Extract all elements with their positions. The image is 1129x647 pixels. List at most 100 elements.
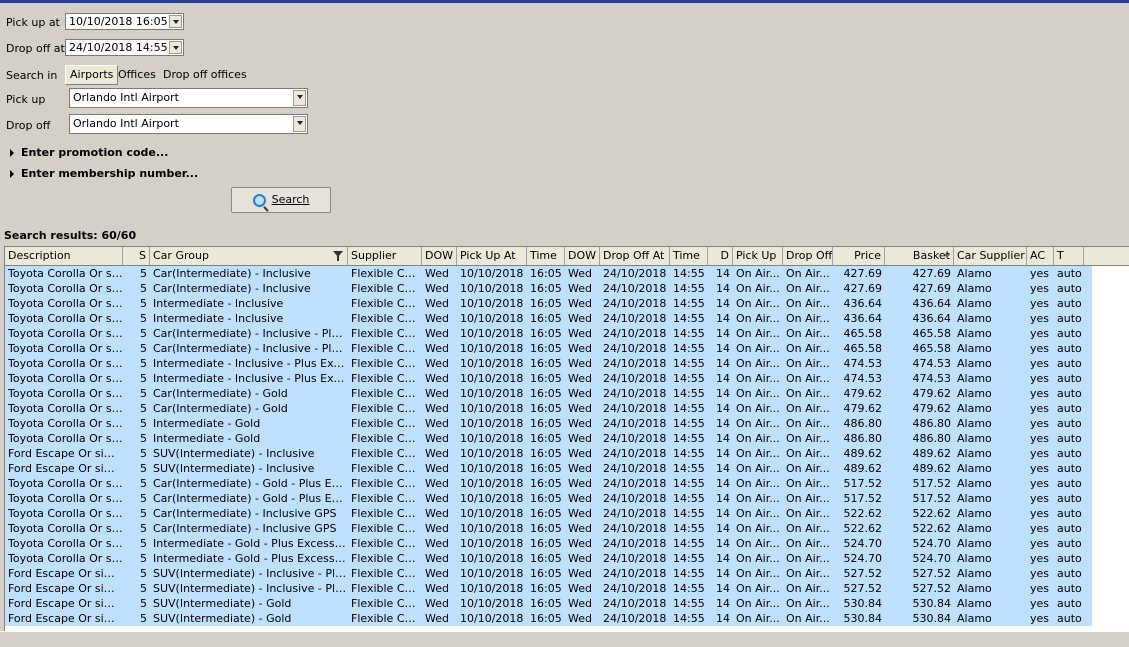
- cell-days: 14: [716, 612, 730, 625]
- dropoff-at-value: 24/10/2018 14:55: [69, 41, 168, 54]
- table-row[interactable]: Toyota Corolla Or si... 5 Car(Intermediate…: [5, 341, 1092, 356]
- table-row[interactable]: Ford Escape Or simila... 5 SUV(Intermediat…: [5, 566, 1092, 581]
- cell-days: 14: [716, 552, 730, 565]
- cell-pickup-dow: Wed: [425, 402, 449, 415]
- cell-supplier: Flexible Car...: [351, 327, 422, 340]
- table-row[interactable]: Toyota Corolla Or si... 5 Car(Intermediate…: [5, 281, 1092, 296]
- chevron-down-icon[interactable]: [169, 41, 182, 54]
- cell-pickup-date: 10/10/2018: [460, 567, 524, 580]
- cell-transmission: auto: [1057, 432, 1082, 445]
- search-button[interactable]: Search: [231, 187, 331, 213]
- tab-airports[interactable]: Airports: [65, 65, 119, 85]
- table-row[interactable]: Ford Escape Or simila... 5 SUV(Intermediat…: [5, 581, 1092, 596]
- pickup-at-datepicker[interactable]: 10/10/2018 16:05: [65, 13, 184, 30]
- pickup-location-select[interactable]: Orlando Intl Airport: [69, 88, 308, 108]
- cell-pickup-location: On Air...: [736, 357, 780, 370]
- cell-pickup-location: On Air...: [736, 552, 780, 565]
- tab-offices[interactable]: Offices: [114, 66, 160, 86]
- cell-supplier: Flexible Car...: [351, 372, 422, 385]
- cell-ac: yes: [1030, 327, 1050, 340]
- column-header-car-supplier[interactable]: Car Supplier: [954, 247, 1027, 265]
- cell-days: 14: [716, 387, 730, 400]
- cell-pickup-time: 16:05: [530, 402, 562, 415]
- cell-dropoff-location: On Air...: [786, 402, 830, 415]
- dropoff-location-select[interactable]: Orlando Intl Airport: [69, 114, 308, 134]
- dropoff-at-datepicker[interactable]: 24/10/2018 14:55: [65, 39, 184, 56]
- cell-description: Toyota Corolla Or si...: [8, 432, 123, 445]
- table-row[interactable]: Toyota Corolla Or si... 5 Car(Intermediate…: [5, 386, 1092, 401]
- column-header-pickup-time[interactable]: Time: [527, 247, 565, 265]
- membership-number-expander[interactable]: Enter membership number...: [10, 167, 198, 180]
- table-row[interactable]: Toyota Corolla Or si... 5 Car(Intermediate…: [5, 491, 1092, 506]
- chevron-down-icon[interactable]: [293, 116, 306, 132]
- cell-car-supplier: Alamo: [957, 447, 992, 460]
- table-row[interactable]: Toyota Corolla Or si... 5 Car(Intermediate…: [5, 521, 1092, 536]
- column-header-pickup-location[interactable]: Pick Up: [733, 247, 783, 265]
- cell-transmission: auto: [1057, 597, 1082, 610]
- table-row[interactable]: Toyota Corolla Or si... 5 Intermediate - G…: [5, 416, 1092, 431]
- table-row[interactable]: Toyota Corolla Or si... 5 Intermediate - I…: [5, 311, 1092, 326]
- cell-dropoff-dow: Wed: [568, 462, 592, 475]
- cell-basket: 530.84: [912, 612, 952, 625]
- cell-transmission: auto: [1057, 312, 1082, 325]
- column-header-description[interactable]: Description: [5, 247, 123, 265]
- cell-description: Toyota Corolla Or si...: [8, 282, 123, 295]
- cell-dropoff-date: 24/10/2018: [603, 507, 667, 520]
- table-row[interactable]: Toyota Corolla Or si... 5 Car(Intermediate…: [5, 506, 1092, 521]
- column-header-dropoff-time[interactable]: Time: [670, 247, 708, 265]
- column-header-basket[interactable]: Basket: [885, 247, 954, 265]
- column-header-pickup-date[interactable]: Pick Up At: [457, 247, 527, 265]
- table-row[interactable]: Ford Escape Or simila... 5 SUV(Intermediat…: [5, 461, 1092, 476]
- cell-pickup-dow: Wed: [425, 537, 449, 550]
- cell-dropoff-time: 14:55: [673, 477, 705, 490]
- table-row[interactable]: Toyota Corolla Or si... 5 Intermediate - I…: [5, 371, 1092, 386]
- column-header-transmission[interactable]: T: [1054, 247, 1084, 265]
- column-header-days[interactable]: D: [708, 247, 733, 265]
- table-row[interactable]: Ford Escape Or simila... 5 SUV(Intermediat…: [5, 596, 1092, 611]
- table-row[interactable]: Toyota Corolla Or si... 5 Intermediate - G…: [5, 536, 1092, 551]
- cell-pickup-time: 16:05: [530, 312, 562, 325]
- table-row[interactable]: Toyota Corolla Or si... 5 Intermediate - I…: [5, 296, 1092, 311]
- cell-dropoff-time: 14:55: [673, 597, 705, 610]
- promotion-code-expander[interactable]: Enter promotion code...: [10, 146, 168, 159]
- chevron-down-icon[interactable]: [293, 90, 306, 106]
- results-grid[interactable]: Description S Car Group Supplier DOW Pick Up …: [4, 246, 1129, 632]
- cell-pickup-dow: Wed: [425, 492, 449, 505]
- column-header-dropoff-dow[interactable]: DOW: [565, 247, 600, 265]
- column-header-price[interactable]: Price: [833, 247, 885, 265]
- cell-ac: yes: [1030, 282, 1050, 295]
- column-header-supplier[interactable]: Supplier: [348, 247, 422, 265]
- cell-days: 14: [716, 582, 730, 595]
- cell-price: 530.84: [843, 597, 883, 610]
- table-row[interactable]: Ford Escape Or simila... 5 SUV(Intermediat…: [5, 611, 1092, 626]
- cell-dropoff-time: 14:55: [673, 582, 705, 595]
- column-header-pickup-dow[interactable]: DOW: [422, 247, 457, 265]
- table-row[interactable]: Toyota Corolla Or si... 5 Car(Intermediate…: [5, 401, 1092, 416]
- cell-ac: yes: [1030, 462, 1050, 475]
- cell-pickup-dow: Wed: [425, 387, 449, 400]
- table-row[interactable]: Toyota Corolla Or si... 5 Car(Intermediate…: [5, 326, 1092, 341]
- cell-supplier: Flexible Car...: [351, 267, 422, 280]
- cell-pickup-location: On Air...: [736, 582, 780, 595]
- cell-dropoff-location: On Air...: [786, 432, 830, 445]
- filter-icon[interactable]: [333, 251, 343, 261]
- chevron-down-icon[interactable]: [169, 15, 182, 28]
- column-header-dropoff-date[interactable]: Drop Off At: [600, 247, 670, 265]
- cell-ac: yes: [1030, 312, 1050, 325]
- table-row[interactable]: Ford Escape Or simila... 5 SUV(Intermediat…: [5, 446, 1092, 461]
- table-row[interactable]: Toyota Corolla Or si... 5 Intermediate - I…: [5, 356, 1092, 371]
- cell-car-group: Car(Intermediate) - Inclusive GPS: [153, 507, 337, 520]
- table-row[interactable]: Toyota Corolla Or si... 5 Car(Intermediate…: [5, 476, 1092, 491]
- column-header-seats[interactable]: S: [123, 247, 150, 265]
- table-row[interactable]: Toyota Corolla Or si... 5 Intermediate - G…: [5, 431, 1092, 446]
- cell-car-group: Car(Intermediate) - Inclusive GPS: [153, 522, 337, 535]
- column-header-ac[interactable]: AC: [1027, 247, 1054, 265]
- column-header-dropoff-location[interactable]: Drop Off: [783, 247, 833, 265]
- cell-pickup-date: 10/10/2018: [460, 537, 524, 550]
- cell-transmission: auto: [1057, 267, 1082, 280]
- cell-pickup-date: 10/10/2018: [460, 312, 524, 325]
- table-row[interactable]: Toyota Corolla Or si... 5 Car(Intermediate…: [5, 266, 1092, 281]
- column-header-car-group[interactable]: Car Group: [150, 247, 348, 265]
- tab-drop-off-offices[interactable]: Drop off offices: [159, 66, 251, 86]
- table-row[interactable]: Toyota Corolla Or si... 5 Intermediate - G…: [5, 551, 1092, 566]
